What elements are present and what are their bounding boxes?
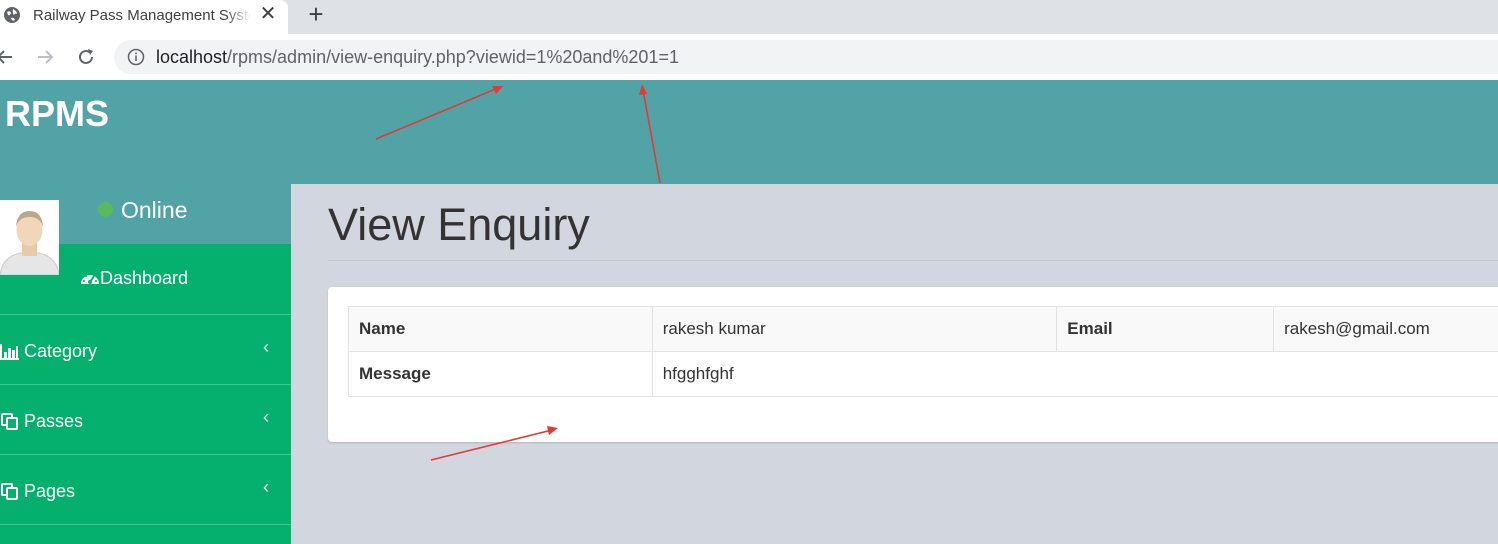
table-row: Message hfgghfghf (348, 351, 1498, 397)
message-label: Message (348, 351, 653, 397)
address-bar[interactable]: localhost/rpms/admin/view-enquiry.php?vi… (114, 40, 1498, 74)
name-label: Name (348, 306, 653, 352)
copy-icon (1, 483, 18, 500)
chevron-left-icon: ‹ (263, 477, 269, 497)
sidebar-item-label: Category (24, 341, 98, 361)
reload-icon[interactable] (75, 46, 97, 68)
sidebar-item-label: Pages (24, 481, 76, 501)
url-host: localhost (156, 47, 228, 67)
url-path: /rpms/admin/view-enquiry.php?viewid=1%20… (227, 47, 679, 67)
status-text: Online (121, 197, 188, 223)
name-value: rakesh kumar (651, 306, 1058, 352)
online-status: Online (98, 197, 187, 224)
enquiry-detail-box: Name rakesh kumar Email rakesh@gmail.com… (328, 287, 1498, 442)
chevron-left-icon: ‹ (263, 407, 269, 427)
tab-title: Railway Pass Management System (33, 7, 251, 24)
info-icon[interactable] (127, 48, 145, 66)
sidebar-item-passes[interactable]: Passes ‹ (0, 385, 291, 455)
title-divider (328, 260, 1498, 261)
sidebar-item-label: Dashboard (100, 268, 189, 288)
bar-chart-icon (0, 344, 19, 360)
new-tab-button[interactable]: + (304, 1, 328, 27)
sidebar-item-category[interactable]: Category ‹ (0, 315, 291, 385)
table-row: Name rakesh kumar Email rakesh@gmail.com (348, 306, 1498, 352)
browser-toolbar: localhost/rpms/admin/view-enquiry.php?vi… (0, 34, 1498, 80)
url-text[interactable]: localhost/rpms/admin/view-enquiry.php?vi… (156, 47, 679, 68)
back-arrow-icon[interactable] (0, 46, 16, 68)
copy-icon (1, 413, 18, 430)
dashboard-icon (81, 273, 99, 284)
sidebar-item-label: Passes (24, 411, 84, 431)
avatar (0, 200, 59, 275)
page-title: View Enquiry (328, 199, 590, 250)
chevron-left-icon: ‹ (263, 337, 269, 357)
close-tab-icon[interactable]: ✕ (258, 4, 278, 24)
globe-icon (4, 7, 20, 23)
sidebar-item-pages[interactable]: Pages ‹ (0, 455, 291, 525)
browser-tab-strip: Railway Pass Management System ✕ + (0, 0, 1498, 34)
enquiry-detail-table: Name rakesh kumar Email rakesh@gmail.com… (348, 306, 1498, 397)
sidebar: Online Dashboard Category ‹ Passes ‹ Pag… (0, 184, 291, 544)
app-header: RPMS (0, 80, 1498, 184)
brand-logo[interactable]: RPMS (5, 93, 109, 135)
forward-arrow-icon[interactable] (34, 46, 56, 68)
email-label: Email (1056, 306, 1275, 352)
email-value: rakesh@gmail.com (1273, 306, 1498, 352)
message-value: hfgghfghf (651, 351, 1498, 397)
status-dot-icon (98, 202, 113, 217)
browser-tab[interactable]: Railway Pass Management System ✕ (0, 0, 288, 34)
